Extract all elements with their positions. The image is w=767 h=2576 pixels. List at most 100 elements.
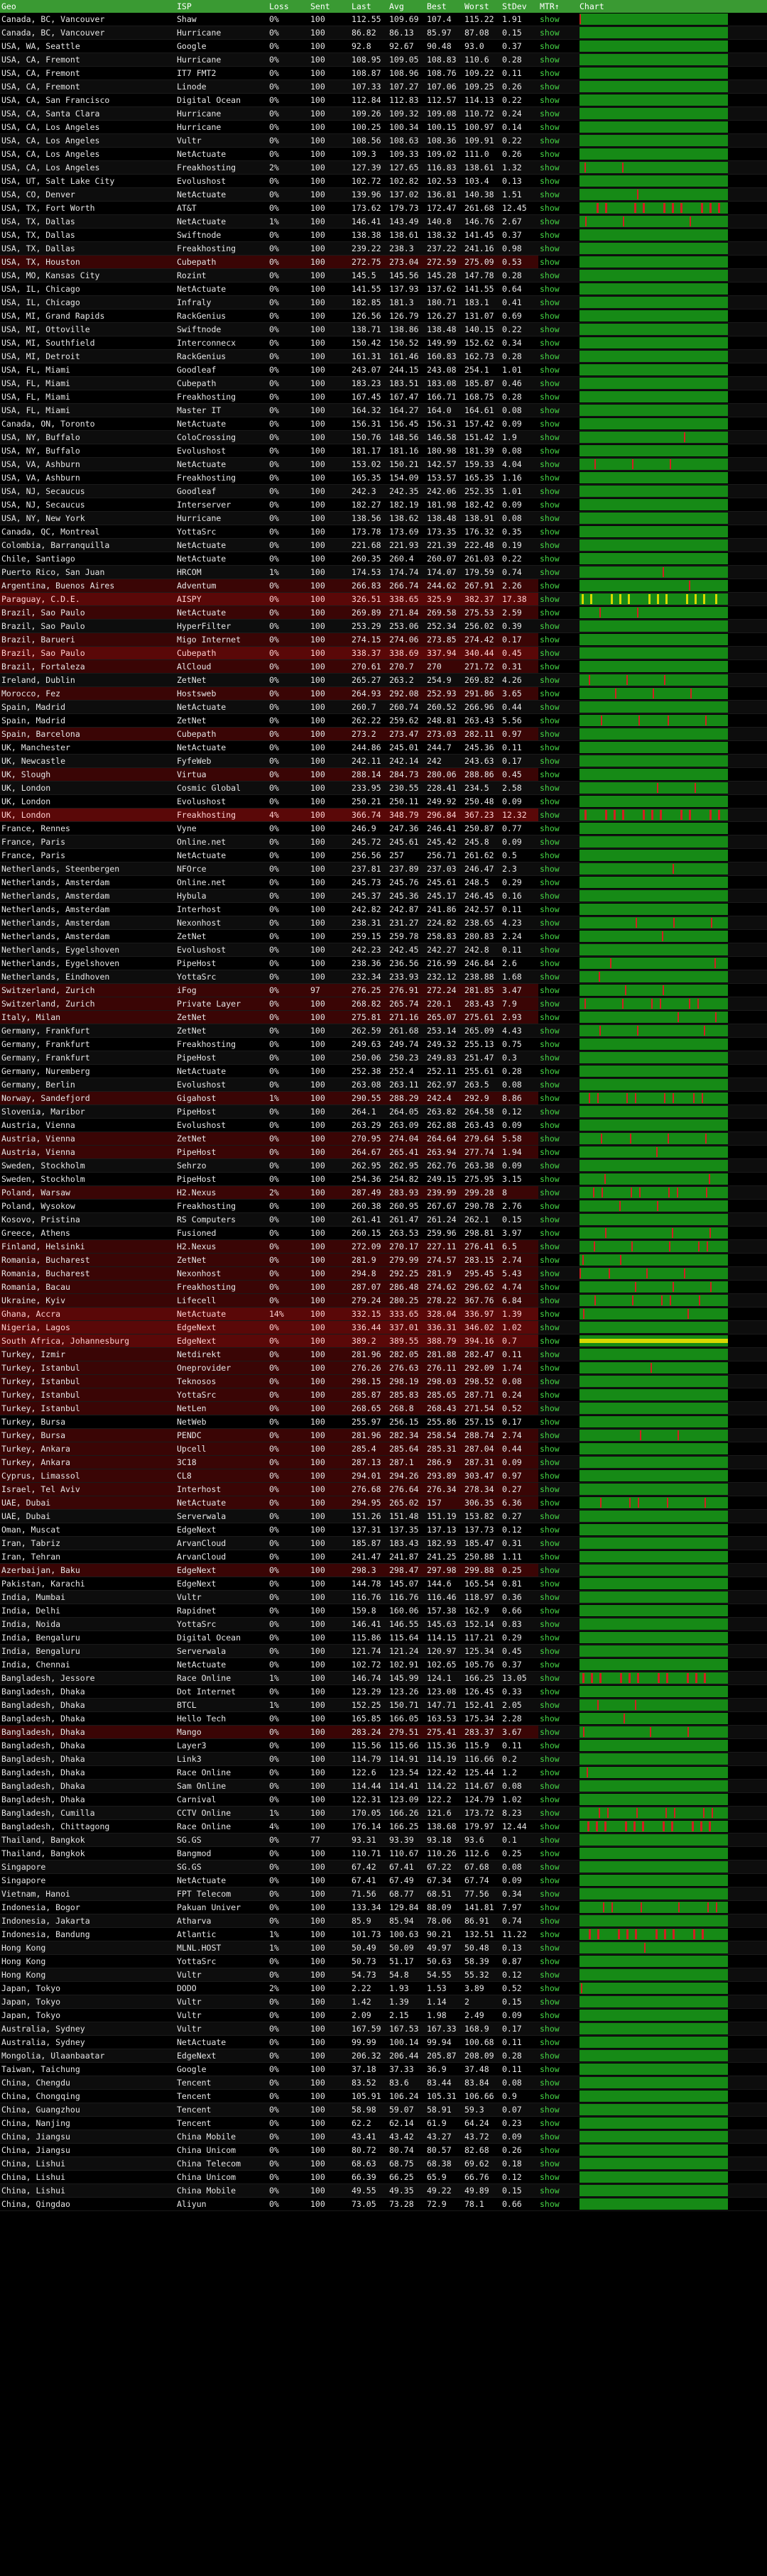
mtr-show-link[interactable]: show [540, 1565, 560, 1575]
mtr-show-link[interactable]: show [540, 419, 560, 429]
latency-sparkline[interactable] [580, 1457, 728, 1468]
mtr-show-link[interactable]: show [540, 1916, 560, 1926]
mtr-show-link[interactable]: show [540, 14, 560, 24]
mtr-show-link[interactable]: show [540, 1821, 560, 1831]
mtr-show-link[interactable]: show [540, 608, 560, 618]
mtr-show-link[interactable]: show [540, 1606, 560, 1616]
mtr-show-link[interactable]: show [540, 864, 560, 874]
latency-sparkline[interactable] [580, 27, 728, 38]
latency-sparkline[interactable] [580, 391, 728, 402]
mtr-show-link[interactable]: show [540, 1363, 560, 1373]
mtr-show-link[interactable]: show [540, 689, 560, 698]
latency-sparkline[interactable] [580, 1524, 728, 1535]
mtr-show-link[interactable]: show [540, 338, 560, 348]
mtr-show-link[interactable]: show [540, 28, 560, 38]
latency-sparkline[interactable] [580, 364, 728, 376]
mtr-show-link[interactable]: show [540, 1619, 560, 1629]
mtr-show-link[interactable]: show [540, 1080, 560, 1090]
mtr-show-link[interactable]: show [540, 230, 560, 240]
latency-sparkline[interactable] [580, 1807, 728, 1819]
mtr-show-link[interactable]: show [540, 203, 560, 213]
latency-sparkline[interactable] [580, 243, 728, 254]
latency-sparkline[interactable] [580, 1038, 728, 1050]
mtr-show-link[interactable]: show [540, 796, 560, 806]
latency-sparkline[interactable] [580, 1200, 728, 1212]
mtr-show-link[interactable]: show [540, 122, 560, 132]
mtr-show-link[interactable]: show [540, 82, 560, 92]
mtr-show-link[interactable]: show [540, 958, 560, 968]
latency-sparkline[interactable] [580, 2185, 728, 2196]
latency-sparkline[interactable] [580, 647, 728, 659]
latency-sparkline[interactable] [580, 297, 728, 308]
mtr-show-link[interactable]: show [540, 1498, 560, 1508]
mtr-show-link[interactable]: show [540, 243, 560, 253]
mtr-show-link[interactable]: show [540, 1215, 560, 1224]
latency-sparkline[interactable] [580, 351, 728, 362]
latency-sparkline[interactable] [580, 148, 728, 160]
mtr-show-link[interactable]: show [540, 1390, 560, 1400]
mtr-show-link[interactable]: show [540, 2037, 560, 2047]
column-header-stdev[interactable]: StDev [501, 0, 538, 13]
latency-sparkline[interactable] [580, 1767, 728, 1778]
mtr-show-link[interactable]: show [540, 1781, 560, 1791]
latency-sparkline[interactable] [580, 405, 728, 416]
mtr-show-link[interactable]: show [540, 446, 560, 456]
latency-sparkline[interactable] [580, 688, 728, 699]
latency-sparkline[interactable] [580, 1753, 728, 1765]
latency-sparkline[interactable] [580, 2198, 728, 2210]
latency-sparkline[interactable] [580, 715, 728, 726]
latency-sparkline[interactable] [580, 958, 728, 969]
mtr-show-link[interactable]: show [540, 1848, 560, 1858]
latency-sparkline[interactable] [580, 728, 728, 740]
latency-sparkline[interactable] [580, 229, 728, 241]
mtr-show-link[interactable]: show [540, 95, 560, 105]
mtr-show-link[interactable]: show [540, 1889, 560, 1899]
mtr-show-link[interactable]: show [540, 486, 560, 496]
mtr-show-link[interactable]: show [540, 270, 560, 280]
mtr-show-link[interactable]: show [540, 1093, 560, 1103]
latency-sparkline[interactable] [580, 1929, 728, 1940]
mtr-show-link[interactable]: show [540, 1228, 560, 1238]
latency-sparkline[interactable] [580, 1241, 728, 1252]
mtr-show-link[interactable]: show [540, 1956, 560, 1966]
mtr-show-link[interactable]: show [540, 877, 560, 887]
mtr-show-link[interactable]: show [540, 581, 560, 591]
latency-sparkline[interactable] [580, 1187, 728, 1198]
mtr-show-link[interactable]: show [540, 2010, 560, 2020]
mtr-show-link[interactable]: show [540, 1794, 560, 1804]
mtr-show-link[interactable]: show [540, 918, 560, 928]
latency-sparkline[interactable] [580, 1726, 728, 1738]
mtr-show-link[interactable]: show [540, 1134, 560, 1144]
mtr-show-link[interactable]: show [540, 594, 560, 604]
column-header-isp[interactable]: ISP [175, 0, 268, 13]
mtr-show-link[interactable]: show [540, 405, 560, 415]
latency-sparkline[interactable] [580, 2023, 728, 2034]
mtr-show-link[interactable]: show [540, 837, 560, 847]
mtr-show-link[interactable]: show [540, 527, 560, 537]
latency-sparkline[interactable] [580, 108, 728, 119]
column-header-mtr[interactable]: MTR↑ [538, 0, 578, 13]
latency-sparkline[interactable] [580, 1888, 728, 1900]
latency-sparkline[interactable] [580, 782, 728, 794]
mtr-show-link[interactable]: show [540, 1161, 560, 1171]
latency-sparkline[interactable] [580, 1605, 728, 1616]
latency-sparkline[interactable] [580, 54, 728, 65]
mtr-show-link[interactable]: show [540, 756, 560, 766]
mtr-show-link[interactable]: show [540, 1417, 560, 1427]
latency-sparkline[interactable] [580, 2090, 728, 2102]
latency-sparkline[interactable] [580, 283, 728, 295]
mtr-show-link[interactable]: show [540, 1174, 560, 1184]
mtr-show-link[interactable]: show [540, 1295, 560, 1305]
mtr-show-link[interactable]: show [540, 1201, 560, 1211]
latency-sparkline[interactable] [580, 1551, 728, 1562]
latency-sparkline[interactable] [580, 1443, 728, 1454]
latency-sparkline[interactable] [580, 310, 728, 322]
mtr-show-link[interactable]: show [540, 1983, 560, 1993]
latency-sparkline[interactable] [580, 1699, 728, 1711]
mtr-show-link[interactable]: show [540, 1875, 560, 1885]
mtr-show-link[interactable]: show [540, 1929, 560, 1939]
mtr-show-link[interactable]: show [540, 1673, 560, 1683]
latency-sparkline[interactable] [580, 998, 728, 1009]
mtr-show-link[interactable]: show [540, 1687, 560, 1697]
mtr-show-link[interactable]: show [540, 136, 560, 146]
